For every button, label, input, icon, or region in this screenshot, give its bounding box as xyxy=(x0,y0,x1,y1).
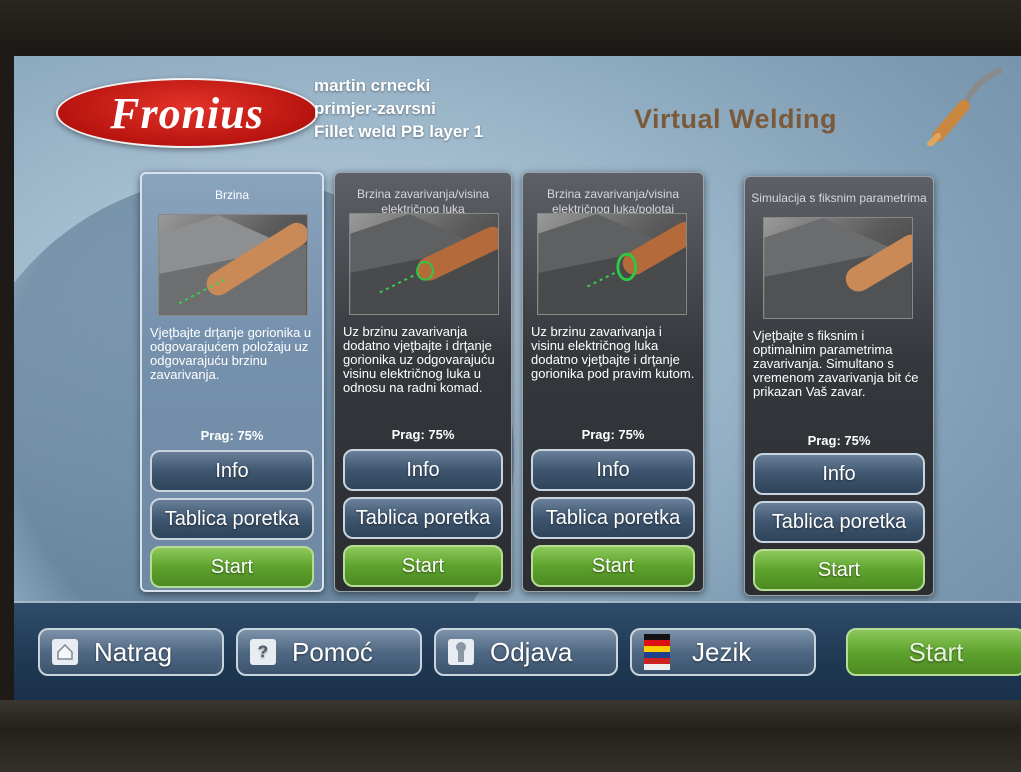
monitor-bezel-bottom xyxy=(0,700,1021,772)
app-title: Virtual Welding xyxy=(634,104,838,134)
card-title: Brzina xyxy=(214,188,249,202)
mode-card-speed[interactable]: Brzina Vjeţbajte drţanje gorionika u odg… xyxy=(140,172,324,592)
keyhole-icon xyxy=(448,639,474,665)
mode-card-fixed-parameters[interactable]: Simulacija s fiksnim parametrima Vjeţbaj… xyxy=(744,176,934,596)
language-label: Jezik xyxy=(692,636,752,667)
language-button[interactable]: Jezik xyxy=(630,628,816,676)
help-label: Pomoć xyxy=(292,636,373,667)
info-button[interactable]: Info xyxy=(531,449,695,491)
leaderboard-button[interactable]: Tablica poretka xyxy=(343,497,503,539)
threshold-label: Prag: 75% xyxy=(391,427,455,442)
card-description: Uz brzinu zavarivanja i visinu električn… xyxy=(531,324,695,381)
weld-preview-image xyxy=(763,217,913,319)
fronius-logo: Fronius xyxy=(56,78,318,148)
leaderboard-button[interactable]: Tablica poretka xyxy=(753,501,925,543)
start-button[interactable]: Start xyxy=(343,545,503,587)
weld-preview-image xyxy=(158,214,308,316)
leaderboard-button[interactable]: Tablica poretka xyxy=(531,497,695,539)
card-title: Simulacija s fiksnim parametrima xyxy=(751,191,927,205)
home-icon xyxy=(52,639,78,665)
threshold-label: Prag: 75% xyxy=(581,427,645,442)
info-button[interactable]: Info xyxy=(150,450,314,492)
weld-preview-image xyxy=(537,213,687,315)
leaderboard-button[interactable]: Tablica poretka xyxy=(150,498,314,540)
brand-name: Fronius xyxy=(110,88,264,138)
mode-card-speed-arc-position[interactable]: Brzina zavarivanja/visina električnog lu… xyxy=(522,172,704,592)
user-name: martin crnecki xyxy=(314,76,431,95)
weld-preview-image xyxy=(349,213,499,315)
mode-card-speed-arc-height[interactable]: Brzina zavarivanja/visina električnog lu… xyxy=(334,172,512,592)
threshold-label: Prag: 75% xyxy=(200,428,264,443)
question-icon: ? xyxy=(250,639,276,665)
screen: Fronius martin crnecki primjer-zavrsni F… xyxy=(14,56,1021,704)
logout-button[interactable]: Odjava xyxy=(434,628,618,676)
main-start-button[interactable]: Start xyxy=(846,628,1021,676)
monitor-bezel-left xyxy=(0,40,14,720)
start-button[interactable]: Start xyxy=(753,549,925,591)
start-button[interactable]: Start xyxy=(531,545,695,587)
help-button[interactable]: ? Pomoć xyxy=(236,628,422,676)
session-info: martin crnecki primjer-zavrsni Fillet we… xyxy=(314,74,483,143)
program-name: primjer-zavrsni xyxy=(314,99,436,118)
back-button[interactable]: Natrag xyxy=(38,628,224,676)
welding-torch-icon xyxy=(927,67,1004,146)
card-description: Vjeţbajte s fiksnim i optimalnim paramet… xyxy=(753,328,919,399)
card-description: Uz brzinu zavarivanja dodatno vjeţbajte … xyxy=(343,324,495,395)
monitor-bezel-top xyxy=(0,0,1021,60)
flags-icon xyxy=(644,634,670,670)
start-button[interactable]: Start xyxy=(150,546,314,588)
exercise-name: Fillet weld PB layer 1 xyxy=(314,122,484,141)
info-button[interactable]: Info xyxy=(753,453,925,495)
card-description: Vjeţbajte drţanje gorionika u odgovaraju… xyxy=(150,325,312,382)
threshold-label: Prag: 75% xyxy=(807,433,871,448)
logout-label: Odjava xyxy=(490,636,573,667)
back-label: Natrag xyxy=(94,636,173,667)
footer-divider xyxy=(14,601,1021,603)
info-button[interactable]: Info xyxy=(343,449,503,491)
